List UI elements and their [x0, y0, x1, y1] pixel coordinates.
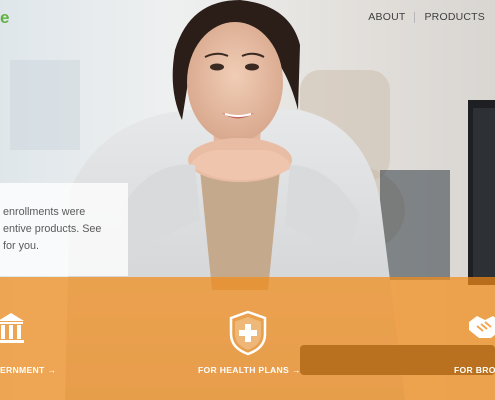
top-navigation: ABOUT PRODUCTS — [368, 11, 485, 23]
for-government-label: ERNMENT → — [0, 365, 57, 375]
for-brokers-label: FOR BRO — [454, 365, 495, 375]
promo-line: entive products. See — [3, 223, 102, 235]
handshake-icon — [467, 308, 495, 347]
site-logo[interactable]: e — [0, 8, 9, 28]
medical-shield-icon — [228, 310, 268, 361]
promo-text-panel: enrollments were entive products. See fo… — [0, 183, 128, 276]
nav-separator — [414, 11, 416, 23]
nav-about-link[interactable]: ABOUT — [368, 11, 405, 23]
for-health-plans-label: FOR HEALTH PLANS → — [198, 365, 301, 375]
government-building-icon — [0, 311, 25, 350]
for-government-link[interactable]: ERNMENT → — [0, 277, 90, 400]
for-health-plans-link[interactable]: FOR HEALTH PLANS → — [190, 277, 310, 400]
for-brokers-link[interactable]: FOR BRO — [450, 277, 495, 400]
nav-products-link[interactable]: PRODUCTS — [424, 11, 485, 23]
audience-band: ERNMENT → FOR HEALTH PLANS → FOR BRO — [0, 277, 495, 400]
promo-line: for you. — [3, 240, 40, 252]
promo-line: enrollments were — [3, 206, 86, 218]
